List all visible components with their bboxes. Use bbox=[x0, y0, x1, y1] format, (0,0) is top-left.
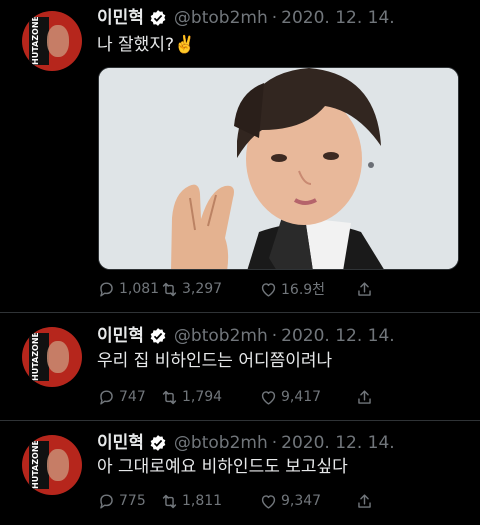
tweet-actions: 775 1,811 9,347 bbox=[97, 489, 377, 513]
handle[interactable]: @btob2mh bbox=[174, 5, 268, 31]
retweet-count: 3,297 bbox=[182, 281, 223, 297]
avatar-logo-text: HUTAZONE bbox=[31, 441, 40, 489]
verified-badge-icon bbox=[150, 435, 166, 451]
reply-count: 775 bbox=[119, 493, 146, 509]
avatar[interactable]: HUTAZONE bbox=[22, 11, 82, 71]
verified-badge-icon bbox=[150, 328, 166, 344]
like-count: 9,347 bbox=[281, 493, 322, 509]
tweet-actions: 1,081 3,297 16.9천 bbox=[97, 277, 377, 301]
retweet-button[interactable]: 1,794 bbox=[160, 388, 259, 407]
handle[interactable]: @btob2mh bbox=[174, 430, 268, 456]
avatar[interactable]: HUTAZONE bbox=[22, 327, 82, 387]
separator-dot: · bbox=[271, 326, 278, 346]
avatar-face bbox=[47, 341, 69, 373]
tweet-photo[interactable] bbox=[98, 67, 459, 270]
reply-button[interactable]: 747 bbox=[97, 388, 160, 407]
share-button[interactable] bbox=[355, 388, 377, 407]
heart-icon bbox=[261, 282, 276, 297]
reply-count: 747 bbox=[119, 389, 146, 405]
tweet-actions: 747 1,794 9,417 bbox=[97, 385, 377, 409]
retweet-button[interactable]: 3,297 bbox=[160, 280, 259, 299]
tweet-header: 이민혁 @btob2mh · 2020. 12. 14. bbox=[97, 430, 395, 456]
share-button[interactable] bbox=[355, 280, 377, 299]
retweet-icon bbox=[162, 390, 177, 404]
avatar-logo-text: HUTAZONE bbox=[31, 17, 40, 65]
like-button[interactable]: 9,417 bbox=[259, 388, 355, 407]
photo-image bbox=[99, 68, 458, 269]
separator-dot: · bbox=[271, 433, 278, 453]
reply-button[interactable]: 1,081 bbox=[97, 280, 160, 299]
tweet[interactable]: HUTAZONE 이민혁 @btob2mh · 2020. 12. 14. 나 … bbox=[0, 0, 480, 312]
like-button[interactable]: 16.9천 bbox=[259, 279, 355, 299]
handle[interactable]: @btob2mh bbox=[174, 323, 268, 349]
separator-dot: · bbox=[271, 8, 278, 28]
reply-count: 1,081 bbox=[119, 281, 160, 297]
display-name[interactable]: 이민혁 bbox=[97, 430, 144, 456]
tweet-date[interactable]: 2020. 12. 14. bbox=[281, 323, 395, 349]
like-count: 9,417 bbox=[281, 389, 322, 405]
avatar[interactable]: HUTAZONE bbox=[22, 435, 82, 495]
reply-icon bbox=[100, 389, 113, 405]
heart-icon bbox=[261, 494, 276, 509]
display-name[interactable]: 이민혁 bbox=[97, 323, 144, 349]
tweet-header: 이민혁 @btob2mh · 2020. 12. 14. bbox=[97, 5, 395, 31]
retweet-count: 1,794 bbox=[182, 389, 223, 405]
like-count: 16.9천 bbox=[281, 282, 326, 298]
tweet-header: 이민혁 @btob2mh · 2020. 12. 14. bbox=[97, 323, 395, 349]
share-icon bbox=[358, 493, 371, 508]
tweet-feed: HUTAZONE 이민혁 @btob2mh · 2020. 12. 14. 나 … bbox=[0, 0, 480, 525]
avatar-logo-text: HUTAZONE bbox=[31, 333, 40, 381]
avatar-face bbox=[47, 449, 69, 481]
reply-button[interactable]: 775 bbox=[97, 492, 160, 511]
reply-icon bbox=[100, 493, 113, 509]
reply-icon bbox=[100, 281, 113, 297]
tweet-text: 나 잘했지?✌️ bbox=[97, 35, 196, 55]
avatar-face bbox=[47, 25, 69, 57]
like-button[interactable]: 9,347 bbox=[259, 492, 355, 511]
share-icon bbox=[358, 389, 371, 404]
retweet-icon bbox=[162, 282, 177, 296]
verified-badge-icon bbox=[150, 10, 166, 26]
share-button[interactable] bbox=[355, 492, 377, 511]
tweet-text: 아 그대로예요 비하인드도 보고싶다 bbox=[97, 457, 348, 477]
heart-icon bbox=[261, 390, 276, 405]
retweet-count: 1,811 bbox=[182, 493, 223, 509]
retweet-icon bbox=[162, 494, 177, 508]
tweet-text: 우리 집 비하인드는 어디쯤이려나 bbox=[97, 351, 333, 371]
tweet[interactable]: HUTAZONE 이민혁 @btob2mh · 2020. 12. 14. 아 … bbox=[0, 421, 480, 525]
retweet-button[interactable]: 1,811 bbox=[160, 492, 259, 511]
tweet-date[interactable]: 2020. 12. 14. bbox=[281, 430, 395, 456]
share-icon bbox=[358, 281, 371, 296]
tweet[interactable]: HUTAZONE 이민혁 @btob2mh · 2020. 12. 14. 우리… bbox=[0, 313, 480, 420]
display-name[interactable]: 이민혁 bbox=[97, 5, 144, 31]
tweet-date[interactable]: 2020. 12. 14. bbox=[281, 5, 395, 31]
